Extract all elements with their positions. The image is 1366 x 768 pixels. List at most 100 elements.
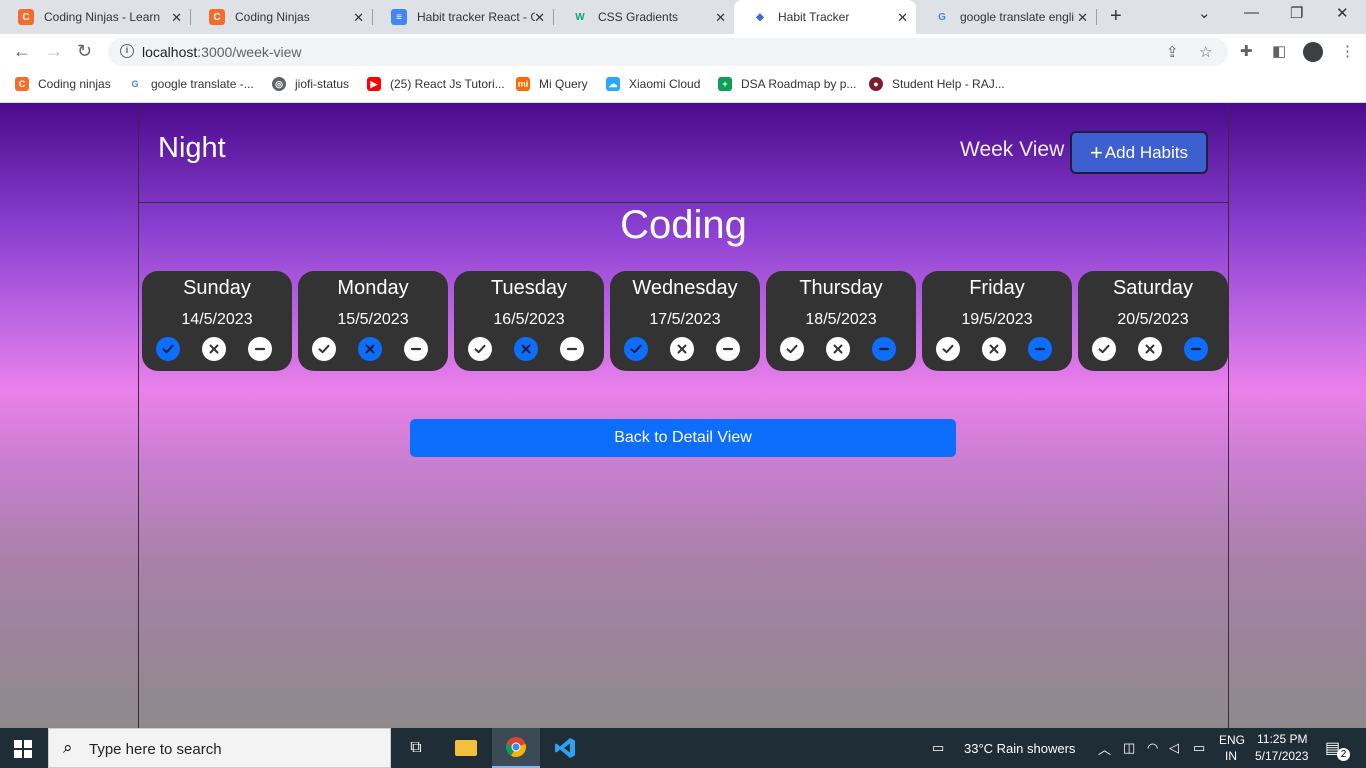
bookmark-label: DSA Roadmap by p...: [741, 77, 857, 91]
language-top[interactable]: ENG: [1219, 733, 1245, 747]
restore-icon[interactable]: ❐: [1290, 4, 1303, 22]
plus-icon: +: [1089, 139, 1103, 165]
minus-icon[interactable]: [716, 337, 740, 361]
tab-title: CSS Gradients: [598, 10, 679, 24]
site-info-icon[interactable]: i: [120, 44, 134, 58]
student-help-icon: ●: [869, 77, 883, 91]
weather-icon[interactable]: ▭: [932, 740, 944, 756]
file-explorer-icon[interactable]: [442, 728, 490, 768]
reload-icon[interactable]: ↻: [77, 41, 92, 62]
clock-time[interactable]: 11:25 PM: [1257, 732, 1307, 746]
bookmark-item[interactable]: ▶ (25) React Js Tutori...: [367, 77, 505, 91]
bookmark-item[interactable]: ● Student Help - RAJ...: [869, 77, 1005, 91]
habit-title: Coding: [620, 203, 747, 247]
globe-icon: ◎: [272, 77, 286, 91]
bookmark-item[interactable]: ◎ jiofi-status: [272, 77, 349, 91]
tab-coding-ninjas-learn[interactable]: C Coding Ninjas - Learn ✕: [0, 0, 190, 34]
wifi-icon[interactable]: ◠: [1147, 740, 1158, 756]
close-icon[interactable]: ✕: [1077, 10, 1088, 26]
x-icon[interactable]: [1138, 337, 1162, 361]
bookmark-item[interactable]: Ggoogle translate -...: [128, 77, 253, 91]
window-close-icon[interactable]: ✕: [1336, 4, 1349, 22]
minus-icon[interactable]: [1028, 337, 1052, 361]
new-tab-plus-icon[interactable]: +: [1110, 5, 1122, 28]
url-text[interactable]: localhost:3000/week-view: [142, 44, 302, 60]
volume-icon[interactable]: ◁: [1169, 740, 1179, 756]
tab-search-chevron-icon[interactable]: ⌄: [1198, 4, 1211, 22]
day-card-tuesday: Tuesday 16/5/2023: [454, 271, 604, 371]
bookmark-label: Student Help - RAJ...: [892, 77, 1005, 91]
tab-habit-tracker[interactable]: ◆ Habit Tracker ✕: [734, 0, 916, 34]
bookmark-item[interactable]: + DSA Roadmap by p...: [718, 77, 856, 91]
tab-css-gradients[interactable]: W CSS Gradients ✕: [554, 0, 734, 34]
close-icon[interactable]: ✕: [897, 10, 908, 26]
share-icon[interactable]: ⇪: [1166, 43, 1179, 61]
minus-icon[interactable]: [404, 337, 428, 361]
back-to-detail-view-button[interactable]: Back to Detail View: [410, 419, 956, 457]
language-bottom[interactable]: IN: [1225, 749, 1237, 763]
check-icon[interactable]: [156, 337, 180, 361]
task-view-icon[interactable]: ⧉: [392, 728, 440, 768]
extensions-puzzle-icon[interactable]: ✚: [1240, 42, 1253, 60]
add-habits-button[interactable]: + Add Habits: [1070, 131, 1208, 174]
close-icon[interactable]: ✕: [715, 10, 726, 26]
x-icon[interactable]: [514, 337, 538, 361]
check-icon[interactable]: [936, 337, 960, 361]
minus-icon[interactable]: [560, 337, 584, 361]
minus-icon[interactable]: [1184, 337, 1208, 361]
day-card-friday: Friday 19/5/2023: [922, 271, 1072, 371]
weather-text[interactable]: 33°C Rain showers: [964, 741, 1075, 756]
close-icon[interactable]: ✕: [171, 10, 182, 26]
day-date: 20/5/2023: [1117, 311, 1189, 328]
browser-toolbar: ← → ↻ i localhost:3000/week-view ⇪ ☆ ✚ ◧…: [0, 34, 1366, 70]
close-icon[interactable]: ✕: [353, 10, 364, 26]
x-icon[interactable]: [826, 337, 850, 361]
address-bar[interactable]: i localhost:3000/week-view ⇪ ☆: [108, 38, 1228, 66]
more-menu-icon[interactable]: ⋮: [1340, 42, 1355, 60]
chrome-icon[interactable]: [492, 728, 540, 768]
check-icon[interactable]: [780, 337, 804, 361]
day-name: Wednesday: [632, 277, 738, 299]
battery-icon[interactable]: ▭: [1193, 740, 1205, 756]
bookmark-item[interactable]: ☁ Xiaomi Cloud: [606, 77, 700, 91]
x-icon[interactable]: [670, 337, 694, 361]
check-icon[interactable]: [1092, 337, 1116, 361]
side-panel-icon[interactable]: ◧: [1272, 42, 1286, 60]
bookmark-item[interactable]: mi Mi Query: [516, 77, 588, 91]
day-name: Sunday: [183, 277, 251, 299]
vscode-icon[interactable]: [541, 728, 589, 768]
windows-start-icon[interactable]: [14, 740, 32, 763]
google-icon: G: [938, 11, 946, 23]
check-icon[interactable]: [312, 337, 336, 361]
day-name: Thursday: [799, 277, 883, 299]
minus-icon[interactable]: [248, 337, 272, 361]
x-icon[interactable]: [982, 337, 1006, 361]
back-arrow-icon[interactable]: ←: [13, 41, 31, 62]
x-icon[interactable]: [202, 337, 226, 361]
bookmark-item[interactable]: C Coding ninjas: [15, 77, 111, 91]
bookmark-label: Xiaomi Cloud: [629, 77, 701, 91]
clock-date[interactable]: 5/17/2023: [1255, 749, 1308, 763]
close-icon[interactable]: ✕: [534, 10, 545, 26]
profile-avatar[interactable]: [1303, 42, 1323, 62]
tab-habit-tracker-doc[interactable]: ≡ Habit tracker React - G ✕: [373, 0, 553, 34]
tab-coding-ninjas[interactable]: C Coding Ninjas ✕: [191, 0, 372, 34]
forward-arrow-icon[interactable]: →: [45, 41, 63, 62]
taskbar-search-box[interactable]: ⌕ Type here to search: [48, 728, 391, 768]
x-icon[interactable]: [358, 337, 382, 361]
check-icon[interactable]: [624, 337, 648, 361]
check-icon[interactable]: [468, 337, 492, 361]
notification-count: 2: [1337, 748, 1350, 761]
windows-taskbar: ⌕ Type here to search ⧉ ▭ 33°C Rain show…: [0, 728, 1366, 768]
meet-now-icon[interactable]: ◫: [1123, 740, 1135, 756]
day-name: Saturday: [1112, 277, 1194, 299]
chevron-up-icon[interactable]: ︿: [1098, 739, 1111, 758]
tab-title: Coding Ninjas - Learn: [44, 10, 161, 24]
bookmark-star-icon[interactable]: ☆: [1199, 43, 1212, 61]
minimize-icon[interactable]: —: [1244, 4, 1259, 21]
tab-google-translate[interactable]: G google translate engli ✕: [916, 0, 1096, 34]
bookmarks-bar: C Coding ninjas Ggoogle translate -... ◎ j…: [0, 70, 1366, 103]
week-view-link[interactable]: Week View: [960, 138, 1064, 162]
app-brand[interactable]: Night: [158, 132, 226, 165]
minus-icon[interactable]: [872, 337, 896, 361]
